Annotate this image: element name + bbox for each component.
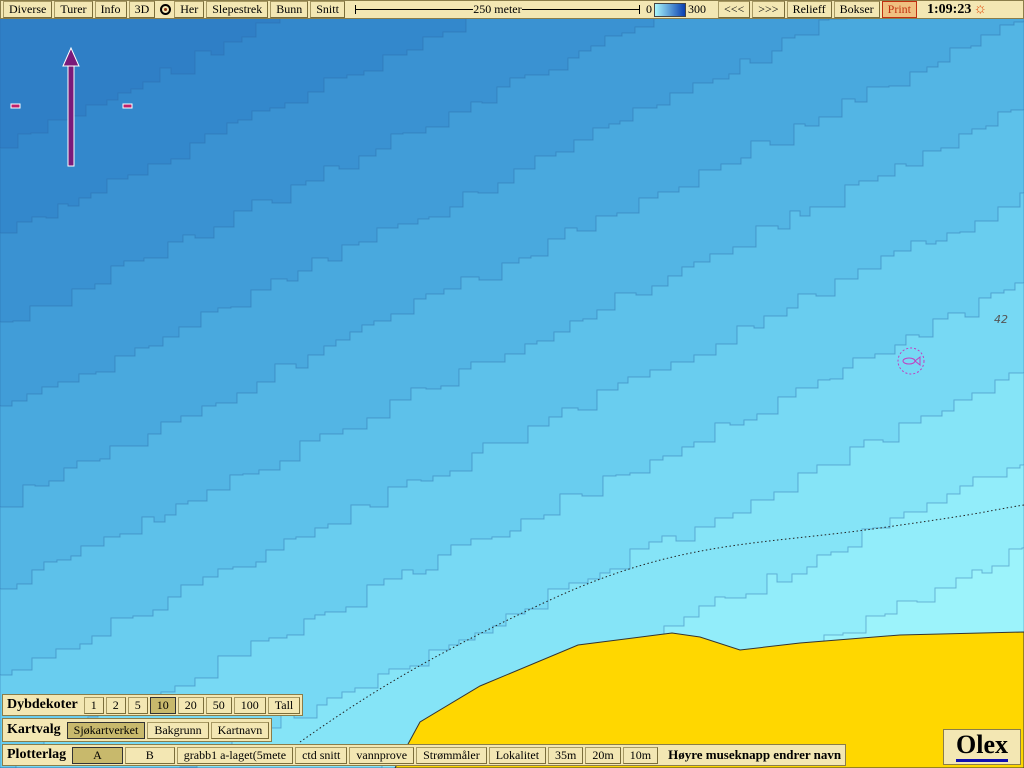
dybdekoter-panel: Dybdekoter 1 2 5 10 20 50 100 Tall [2,694,304,716]
next-button[interactable]: >>> [752,1,785,18]
bunn-button[interactable]: Bunn [270,1,309,18]
dybdekoter-option-4[interactable]: 20 [177,696,204,714]
plotterlag-label: Plotterlag [7,747,67,762]
plotterlag-option-5[interactable]: Strømmåler [416,746,487,764]
dybdekoter-option-2[interactable]: 5 [127,696,148,714]
slepestrek-button[interactable]: Slepestrek [206,1,269,18]
plotterlag-option-2[interactable]: grabb1 a-laget(5mete [176,746,294,764]
scale-label: 250 meter [473,2,522,16]
depth-legend: 0 300 [646,2,718,17]
legend-min: 0 [645,2,652,16]
target-icon[interactable] [160,4,172,15]
marker-right [122,103,133,109]
plotterlag-option-1[interactable]: B [124,746,175,764]
info-button[interactable]: Info [94,1,127,18]
dybdekoter-option-0[interactable]: 1 [83,696,104,714]
sun-icon[interactable]: ☼ [973,1,987,18]
snitt-button[interactable]: Snitt [310,1,345,18]
prev-button[interactable]: <<< [717,1,751,18]
kartvalg-panel: Kartvalg Sjøkartverket Bakgrunn Kartnavn [2,718,273,742]
dybdekoter-option-5[interactable]: 50 [205,696,232,714]
plotterlag-option-3[interactable]: ctd snitt [295,746,348,764]
dybdekoter-option-7[interactable]: Tall [267,696,301,714]
depth-gradient [653,2,686,17]
chart-map[interactable]: 42 [0,0,1024,768]
relieff-button[interactable]: Relieff [786,1,832,18]
dybdekoter-option-6[interactable]: 100 [233,696,266,714]
kartvalg-option-1[interactable]: Bakgrunn [147,721,209,739]
3d-button[interactable]: 3D [128,1,156,18]
plotterlag-bar: Plotterlag A Bgrabb1 a-laget(5mete ctd sni… [2,744,847,766]
diverse-button[interactable]: Diverse [3,1,53,18]
plotterlag-option-8[interactable]: 20m [585,746,621,764]
top-toolbar: Diverse Turer Info 3D Her Slepestrek Bun… [0,0,1024,19]
legend-max: 300 [687,2,706,16]
scale-bar: 250 meter [354,2,640,17]
plotterlag-option-6[interactable]: Lokalitet [488,746,547,764]
olex-logo[interactable]: Olex [943,729,1021,765]
plotterlag-option-7[interactable]: 35m [548,746,584,764]
print-button[interactable]: Print [881,1,918,18]
her-button[interactable]: Her [174,1,205,18]
kartvalg-option-2[interactable]: Kartnavn [210,721,270,739]
depth-label: 42 [994,313,1008,326]
dybdekoter-label: Dybdekoter [7,697,78,712]
plotterlag-option-9[interactable]: 10m [622,746,659,764]
bokser-button[interactable]: Bokser [833,1,880,18]
turer-button[interactable]: Turer [54,1,93,18]
dybdekoter-option-1[interactable]: 2 [105,696,126,714]
plotterlag-option-0[interactable]: A [72,746,123,764]
clock: 1:09:23 [927,1,972,17]
plotterlag-option-4[interactable]: vannprove [349,746,415,764]
kartvalg-option-0[interactable]: Sjøkartverket [66,721,146,739]
dybdekoter-option-3[interactable]: 10 [149,696,176,714]
hint-text: Høyre museknapp endrer navn [668,747,842,762]
kartvalg-label: Kartvalg [7,722,61,737]
marker-left [10,103,21,109]
